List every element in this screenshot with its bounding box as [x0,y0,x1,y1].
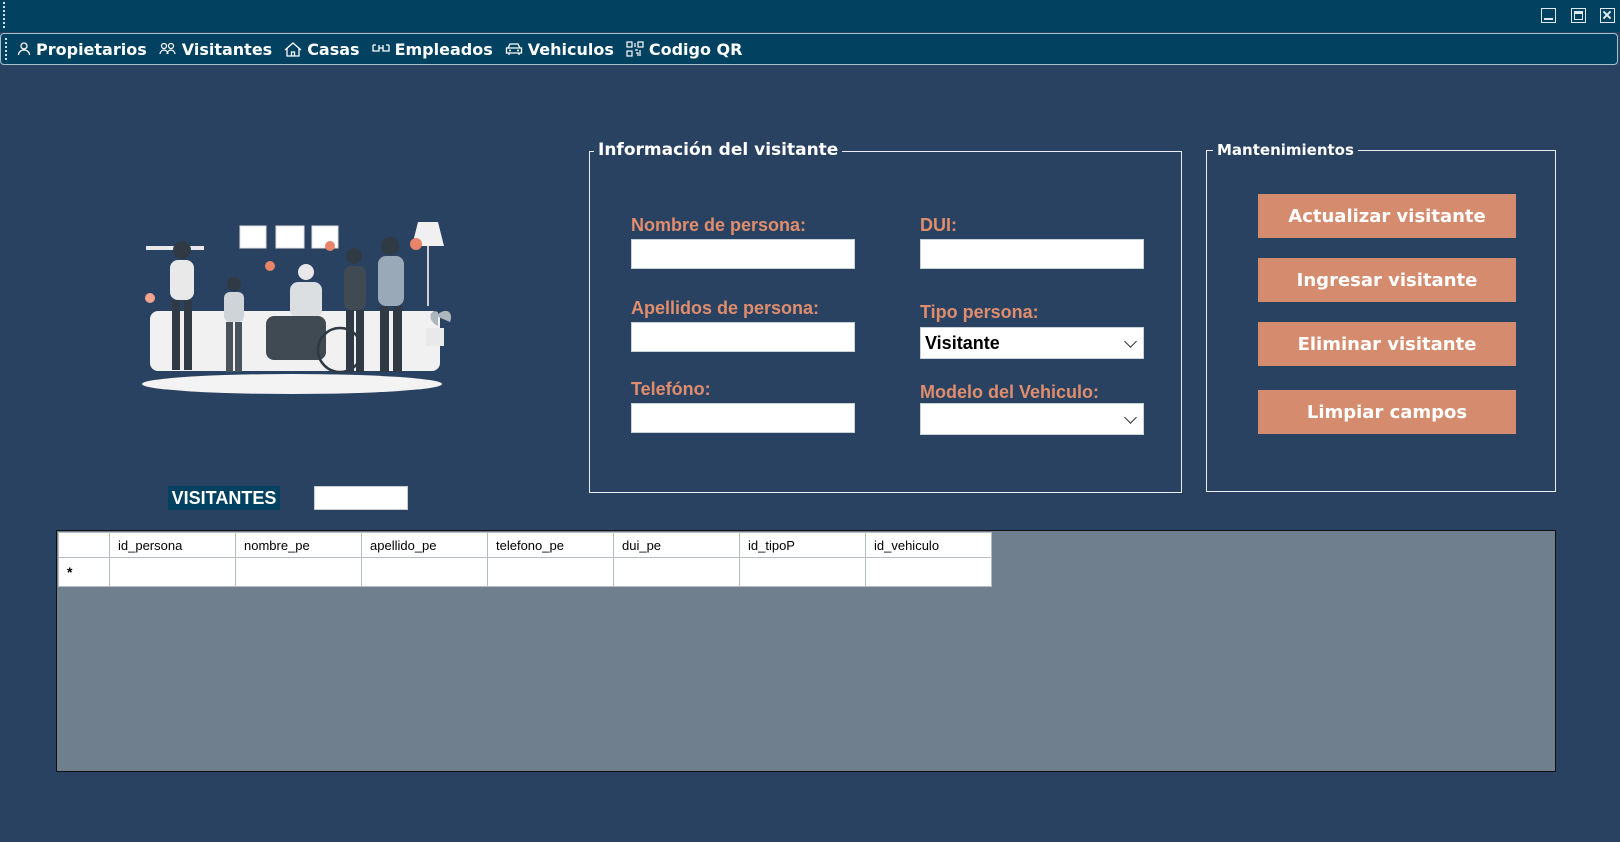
tipo-persona-selected: Visitante [925,332,1000,353]
menu-item-label: Vehiculos [527,39,614,59]
grid-table: id_persona nombre_pe apellido_pe telefon… [58,532,992,587]
nombre-input[interactable] [631,239,855,269]
grid-cell[interactable] [487,557,614,587]
grid-column-header[interactable]: id_tipoP [739,532,866,558]
chevron-down-icon [1124,335,1137,348]
menu-grip-handle[interactable] [5,38,7,60]
apellidos-input[interactable] [631,322,855,352]
table-row[interactable]: * [58,557,992,587]
glasses-icon [371,43,390,52]
grid-column-header[interactable]: id_persona [109,532,236,558]
grid-cell[interactable] [361,557,488,587]
grid-cell[interactable] [865,557,992,587]
menu-item-label: Visitantes [181,39,273,59]
grid-header-row: id_persona nombre_pe apellido_pe telefon… [58,532,992,558]
dui-input[interactable] [920,239,1144,269]
visitors-data-grid[interactable]: id_persona nombre_pe apellido_pe telefon… [56,530,1556,772]
menu-item-casas[interactable]: Casas [284,39,360,59]
grid-column-header[interactable]: telefono_pe [487,532,614,558]
dui-label: DUI: [920,215,957,235]
visitors-illustration [142,222,452,394]
eliminar-visitante-button[interactable]: Eliminar visitante [1258,322,1516,366]
grid-corner-cell [58,532,110,558]
apellidos-label: Apellidos de persona: [631,298,820,318]
maximize-icon[interactable] [1571,8,1586,23]
limpiar-campos-button[interactable]: Limpiar campos [1258,390,1516,434]
menu-item-label: Empleados [394,39,493,59]
grid-cell[interactable] [235,557,362,587]
grip-handle[interactable] [3,2,9,28]
car-icon [505,43,522,55]
info-group-legend: Información del visitante [594,140,843,160]
telefono-input[interactable] [631,403,855,433]
modelo-vehiculo-label: Modelo del Vehiculo: [920,382,1100,402]
maintenance-group-legend: Mantenimientos [1213,141,1358,159]
tipo-persona-select[interactable]: Visitante [920,327,1144,359]
menu-item-codigo-qr[interactable]: Codigo QR [626,39,743,59]
qr-icon [626,41,644,57]
telefono-label: Telefóno: [631,379,711,399]
menu-item-empleados[interactable]: Empleados [371,39,493,59]
grid-column-header[interactable]: dui_pe [613,532,740,558]
visitantes-badge: VISITANTES [168,486,280,510]
people-icon [159,42,176,55]
search-input[interactable] [314,486,408,510]
new-row-marker: * [58,557,110,587]
grid-column-header[interactable]: apellido_pe [361,532,488,558]
menu-item-label: Casas [307,39,360,59]
nombre-label: Nombre de persona: [631,215,807,235]
grid-column-header[interactable]: id_vehiculo [865,532,992,558]
menu-bar: Propietarios Visitantes Casas Empleados … [0,33,1618,65]
grid-column-header[interactable]: nombre_pe [235,532,362,558]
grid-cell[interactable] [613,557,740,587]
grid-cell[interactable] [739,557,866,587]
menu-item-propietarios[interactable]: Propietarios [17,40,147,59]
close-icon[interactable] [1600,8,1615,23]
person-icon [17,42,31,56]
minimize-icon[interactable] [1541,8,1556,23]
chevron-down-icon [1124,411,1137,424]
menu-item-label: Propietarios [36,39,147,59]
menu-item-label: Codigo QR [648,39,743,59]
actualizar-visitante-button[interactable]: Actualizar visitante [1258,194,1516,238]
ingresar-visitante-button[interactable]: Ingresar visitante [1258,258,1516,302]
tipo-persona-label: Tipo persona: [920,302,1039,322]
grid-cell[interactable] [109,557,236,587]
menu-item-vehiculos[interactable]: Vehiculos [505,40,614,59]
window-titlebar [0,0,1620,32]
menu-item-visitantes[interactable]: Visitantes [159,40,272,59]
house-icon [284,41,302,57]
modelo-vehiculo-select[interactable] [920,403,1144,435]
